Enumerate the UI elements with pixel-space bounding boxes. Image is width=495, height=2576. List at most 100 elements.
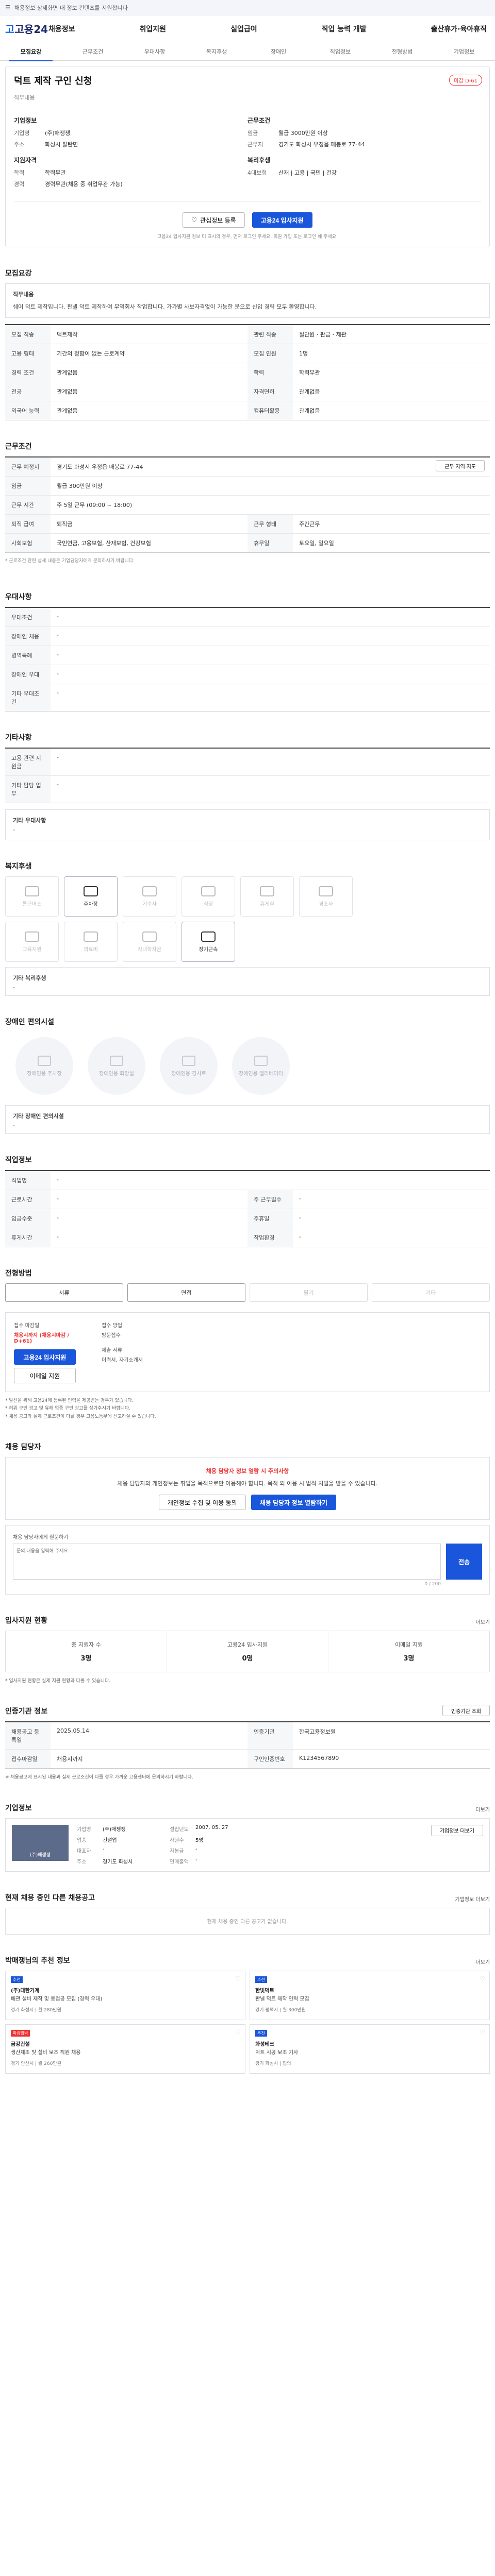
row-key: 근무 시간 xyxy=(5,496,51,515)
workcond-table: 근무 예정지 경기도 화성시 우정읍 매봉로 77-44 근무 지역 지도 임금 월급 … xyxy=(5,456,490,553)
row-value: 국민연금, 고용보험, 산재보험, 건강보험 xyxy=(57,540,151,547)
workcond-title: 근무조건 xyxy=(5,443,32,451)
row-key: 근무 예정지 xyxy=(5,457,51,477)
disab-label: 장애인용 경사로 xyxy=(171,1071,206,1077)
tab-item[interactable]: 기업정보 xyxy=(433,47,495,56)
company-heading: 기업정보 xyxy=(14,117,37,124)
benefit-etc-box: 기타 복리후생 - xyxy=(5,967,490,996)
insurance-value: 산재 | 고용 | 국민 | 건강 xyxy=(278,170,337,176)
recommend-meta: 경기 평택시 | 월 300만원 xyxy=(255,2007,306,2013)
row-value: K1234567890 xyxy=(299,1755,339,1762)
corp-image: (주)매쟁쟁 xyxy=(12,1824,69,1861)
heart-icon[interactable]: ♡ xyxy=(235,2029,241,2036)
heart-icon[interactable]: ♡ xyxy=(235,1975,241,1982)
menu-icon[interactable]: ☰ xyxy=(5,4,10,11)
stat-item: 고용24 입사지원 0명 xyxy=(167,1631,328,1672)
tab-item[interactable]: 복지후생 xyxy=(186,47,248,56)
tab-item[interactable]: 근무조건 xyxy=(62,47,124,56)
apply-card-button[interactable]: 고용24 입사지원 xyxy=(14,1349,76,1365)
corp-field-value: 경기도 화성시 xyxy=(103,1859,133,1865)
others-more-link[interactable]: 기업정보 더보기 xyxy=(455,1895,490,1903)
row-key: 휴무일 xyxy=(248,534,293,553)
heart-icon[interactable]: ♡ xyxy=(480,2029,485,2036)
gnb-menu-item[interactable]: 직업 능력 개발 xyxy=(322,24,367,34)
corp-info-grid: 기업명 (주)매쟁쟁 설립년도 2007. 05. 27 업종 건설업 사원수 5명 대표자 - 자… xyxy=(77,1825,423,1865)
etc-title: 기타사항 xyxy=(5,734,32,742)
table-row: 임금수준 - 주휴일 - xyxy=(5,1209,490,1229)
benefit-item: 의료비 xyxy=(64,922,118,962)
tab-item[interactable]: 우대사항 xyxy=(124,47,186,56)
tab-item[interactable]: 직업정보 xyxy=(309,47,371,56)
reginfo-button[interactable]: 인증기관 조회 xyxy=(442,1705,490,1717)
apply-bullet: * 채용 공고와 실제 근로조건이 다를 경우 고용노동부에 신고하실 수 있습… xyxy=(5,1414,156,1419)
benefit-label: 휴게실 xyxy=(260,901,274,907)
corp-card: (주)매쟁쟁 기업명 (주)매쟁쟁 설립년도 2007. 05. 27 업종 건설업 사원수… xyxy=(5,1818,490,1872)
row-key: 장애인 우대 xyxy=(5,665,51,684)
recommend-more-link[interactable]: 더보기 xyxy=(475,1958,490,1965)
question-box: 채용 담당자에게 질문하기 전송 0 / 200 xyxy=(5,1525,490,1595)
table-row: 우대조건 - xyxy=(5,608,490,628)
bus-icon xyxy=(25,886,39,896)
recommend-card[interactable]: 추천 ♡ (주)대한기계 배관 설비 제작 및 용접공 모집 (경력 우대) 경기 화성… xyxy=(5,1970,245,2020)
question-send-button[interactable]: 전송 xyxy=(446,1544,482,1580)
corp-field-value: 2007. 05. 27 xyxy=(195,1824,228,1831)
jobinfo-title: 직업정보 xyxy=(5,1156,32,1165)
consent-button[interactable]: 개인정보 수집 및 이용 동의 xyxy=(158,1495,246,1511)
tab-item[interactable]: 모집요강 xyxy=(0,47,62,61)
row-value: 2025.05.14 xyxy=(57,1727,89,1735)
row-key: 관련 직종 xyxy=(248,325,293,344)
stats-note: * 입사지원 현황은 실제 지원 현황과 다를 수 있습니다. xyxy=(5,1679,111,1684)
recommend-card[interactable]: 추천 ♡ 한빛덕트 판넬 덕트 제작 인력 모집 경기 평택시 | 월 300만원 xyxy=(250,1970,490,2020)
logo[interactable]: 고고용24 xyxy=(5,21,48,36)
row-value: 경기도 화성시 우정읍 매봉로 77-44 xyxy=(57,464,143,471)
tab-item[interactable]: 장애인 xyxy=(248,47,309,56)
apply-button[interactable]: 고용24 입사지원 xyxy=(252,212,312,228)
gnb-menu-item[interactable]: 실업급여 xyxy=(230,24,257,34)
map-button[interactable]: 근무 지역 지도 xyxy=(436,460,485,472)
row-value: 관계없음 xyxy=(299,388,320,396)
row-key: 외국어 능력 xyxy=(5,401,51,420)
question-input[interactable] xyxy=(13,1544,441,1580)
lounge-icon xyxy=(260,886,274,896)
pay-value: 월급 3000만원 이상 xyxy=(278,130,328,137)
disab-item: 장애인용 경사로 xyxy=(160,1037,218,1095)
row-key: 구인인증번호 xyxy=(248,1750,293,1769)
corp-detail-button[interactable]: 기업정보 더보기 xyxy=(431,1824,483,1836)
corp-field-key: 자본금 xyxy=(170,1848,184,1854)
stats-more-link[interactable]: 더보기 xyxy=(475,1618,490,1625)
table-row: 휴게시간 - 작업환경 - xyxy=(5,1228,490,1247)
gnb-menu-item[interactable]: 채용정보 xyxy=(48,24,75,34)
gnb-menu-item[interactable]: 출산휴가·육아휴직 xyxy=(431,24,487,34)
row-key: 고용 관련 지원금 xyxy=(5,749,51,776)
row-value: 주 5일 근무 (09:00 ~ 18:00) xyxy=(57,502,133,509)
tab-item[interactable]: 전형방법 xyxy=(371,47,433,56)
pref-table: 우대조건 - 장애인 채용 - 병역특례 - 장애인 우대 - 기타 우대조건 - xyxy=(5,607,490,712)
view-contact-button[interactable]: 채용 담당자 정보 열람하기 xyxy=(251,1495,337,1511)
heart-icon[interactable]: ♡ xyxy=(480,1975,485,1982)
row-value: 1명 xyxy=(299,350,308,358)
benefit-label: 통근버스 xyxy=(22,901,42,907)
company-name-value[interactable]: (주)매쟁쟁 xyxy=(45,129,70,137)
edu-value: 학력무관 xyxy=(45,170,66,176)
location-value: 경기도 화성시 우정읍 매봉로 77-44 xyxy=(278,141,365,148)
logo-text: 고용24 xyxy=(14,23,48,36)
table-row: 모집 직종 덕트제작 관련 직종 절단원 · 판금 · 제관 xyxy=(5,325,490,345)
corp-field-key: 업종 xyxy=(77,1837,87,1843)
corp-more-link[interactable]: 더보기 xyxy=(475,1805,490,1813)
recommend-job-title: 덕트 시공 보조 기사 xyxy=(255,2049,299,2056)
gnb-menu-item[interactable]: 취업지원 xyxy=(140,24,167,34)
facility-icon xyxy=(38,1055,51,1066)
row-key: 병역특례 xyxy=(5,646,51,665)
benefit-label: 의료비 xyxy=(84,946,98,953)
selection-pill: 서류 xyxy=(5,1283,123,1302)
selection-pill: 기타 xyxy=(372,1283,490,1302)
recommend-card[interactable]: 추천 ♡ 화성테크 덕트 시공 보조 기사 경기 화성시 | 협의 xyxy=(250,2024,490,2074)
selection-pills: 서류 면접 필기 기타 xyxy=(5,1283,490,1302)
benefit-grid: 통근버스 주차장 기숙사 식당 휴게실 경조사 교육지원 의료비 자녀학자금 장기근속 xyxy=(5,876,490,962)
benefit-label: 자녀학자금 xyxy=(138,946,161,953)
row-value: - xyxy=(57,689,59,697)
scrap-button[interactable]: ♡ 관심정보 등록 xyxy=(183,212,245,228)
recommend-card[interactable]: 마감임박 ♡ 금강건설 생산제조 및 설비 보조 직원 채용 경기 안산시 | 월 26… xyxy=(5,2024,245,2074)
table-row: 장애인 채용 - xyxy=(5,627,490,647)
email-apply-button[interactable]: 이메일 지원 xyxy=(14,1368,76,1384)
